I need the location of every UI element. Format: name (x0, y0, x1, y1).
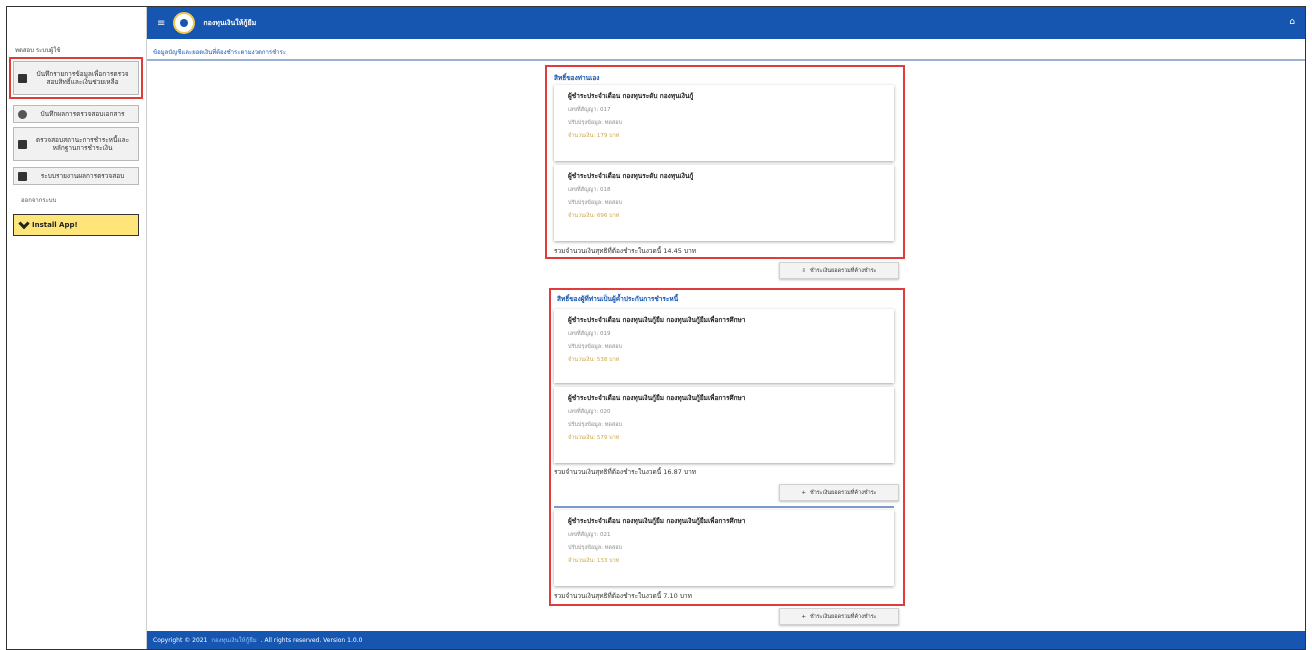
section2-total: รวมจำนวนเงินสุทธิที่ต้องชำระในงวดนี้ 16.… (554, 468, 697, 476)
card-title: ผู้ชำระประจำเดือน กองทุนระดับ กองทุนเงิน… (568, 92, 694, 100)
app-title: กองทุนเงินให้กู้ยืม (203, 18, 257, 27)
main-content: ≡ กองทุนเงินให้กู้ยืม ⌂ ข้อมูลบัญชีและยอ… (147, 7, 1305, 649)
sidebar-item-label: บันทึกรายการข้อมูลเพื่อการตรวจสอบสิทธิ์แ… (36, 69, 129, 86)
payment-card[interactable]: ผู้ชำระประจำเดือน กองทุนระดับ กองทุนเงิน… (554, 85, 894, 161)
pay-total-label: ชำระเงินยอดรวมที่ค้างชำระ (809, 267, 877, 274)
card-contract: เลขที่สัญญา: 018 (568, 187, 611, 193)
card-title: ผู้ชำระประจำเดือน กองทุนระดับ กองทุนเงิน… (568, 172, 694, 180)
section-title-own-rights: สิทธิ์ของท่านเอง (554, 74, 600, 82)
sidebar-user-name: ทดสอบ ระบบผู้ใช้ (15, 47, 61, 54)
section-title-guarantor-rights: สิทธิ์ของผู้ที่ท่านเป็นผู้ค้ำประกันการชำ… (557, 295, 679, 303)
footer-rights: . All rights reserved. Version 1.0.0 (260, 636, 363, 644)
top-bar: ≡ กองทุนเงินให้กู้ยืม ⌂ (147, 7, 1305, 39)
card-contract: เลขที่สัญญา: 019 (568, 331, 611, 337)
pay-total-button[interactable]: + ชำระเงินยอดรวมที่ค้างชำระ (779, 484, 899, 501)
sidebar-item-label: ตรวจสอบสถานะการชำระหนี้และหลักฐานการชำระ… (35, 135, 130, 152)
card-contract: เลขที่สัญญา: 017 (568, 107, 611, 113)
card-title: ผู้ชำระประจำเดือน กองทุนเงินกู้ยืม กองทุ… (568, 394, 746, 402)
payment-card[interactable]: ผู้ชำระประจำเดือน กองทุนระดับ กองทุนเงิน… (554, 165, 894, 241)
sidebar-item-label: ระบบรายงานผลการตรวจสอบ (40, 171, 125, 180)
card-title: ผู้ชำระประจำเดือน กองทุนเงินกู้ยืม กองทุ… (568, 517, 746, 525)
pay-total-button[interactable]: + ชำระเงินยอดรวมที่ค้างชำระ (779, 608, 899, 625)
report-icon (18, 171, 27, 181)
sidebar-item-payment-status[interactable]: ตรวจสอบสถานะการชำระหนี้และหลักฐานการชำระ… (13, 127, 139, 161)
footer: Copyright © 2021 กองทุนเงินให้กู้ยืม . A… (147, 631, 1305, 649)
card-title: ผู้ชำระประจำเดือน กองทุนเงินกู้ยืม กองทุ… (568, 316, 746, 324)
car-icon (18, 139, 27, 149)
card-updated: ปรับปรุงข้อมูล: ทดสอบ (568, 545, 623, 551)
card-amount: จำนวนเงิน: 179 บาท (568, 133, 620, 139)
card-contract: เลขที่สัญญา: 020 (568, 409, 611, 415)
section1-total: รวมจำนวนเงินสุทธิที่ต้องชำระในงวดนี้ 14.… (554, 247, 697, 255)
hamburger-icon[interactable]: ≡ (157, 18, 165, 29)
card-amount: จำนวนเงิน: 538 บาท (568, 357, 620, 363)
card-updated: ปรับปรุงข้อมูล: ทดสอบ (568, 422, 623, 428)
sidebar-logout-link[interactable]: ออกจากระบบ (21, 195, 56, 205)
card-divider (554, 506, 894, 508)
card-updated: ปรับปรุงข้อมูล: ทดสอบ (568, 200, 623, 206)
card-amount: จำนวนเงิน: 579 บาท (568, 435, 620, 441)
refresh-icon (18, 109, 27, 119)
sidebar-item-report[interactable]: ระบบรายงานผลการตรวจสอบ (13, 167, 139, 185)
pay-total-button[interactable]: ⇩ ชำระเงินยอดรวมที่ค้างชำระ (779, 262, 899, 279)
pay-total-label: ชำระเงินยอดรวมที่ค้างชำระ (809, 613, 877, 620)
footer-copyright: Copyright © 2021 (153, 636, 208, 644)
breadcrumb-divider (147, 59, 1305, 61)
logo (173, 12, 196, 34)
sidebar-item-document-check[interactable]: บันทึกผลการตรวจสอบเอกสาร (13, 105, 139, 123)
plus-icon: + (801, 613, 806, 620)
footer-org-link[interactable]: กองทุนเงินให้กู้ยืม (211, 635, 256, 645)
download-icon: ⇩ (801, 267, 806, 274)
sidebar: ทดสอบ ระบบผู้ใช้ บันทึกรายการข้อมูลเพื่อ… (7, 7, 147, 649)
section3-total: รวมจำนวนเงินสุทธิที่ต้องชำระในงวดนี้ 7.1… (554, 592, 692, 600)
pay-total-label: ชำระเงินยอดรวมที่ค้างชำระ (809, 489, 877, 496)
card-contract: เลขที่สัญญา: 021 (568, 532, 611, 538)
card-updated: ปรับปรุงข้อมูล: ทดสอบ (568, 120, 623, 126)
install-app-label: Install App! (32, 221, 78, 229)
card-amount: จำนวนเงิน: 696 บาท (568, 213, 620, 219)
breadcrumb: ข้อมูลบัญชีและยอดเงินที่ต้องชำระตามงวดกา… (153, 49, 286, 56)
browser-frame: ทดสอบ ระบบผู้ใช้ บันทึกรายการข้อมูลเพื่อ… (6, 6, 1306, 650)
sidebar-item-record-data[interactable]: บันทึกรายการข้อมูลเพื่อการตรวจสอบสิทธิ์แ… (9, 57, 143, 99)
install-app-button[interactable]: Install App! (13, 214, 139, 236)
card-updated: ปรับปรุงข้อมูล: ทดสอบ (568, 344, 623, 350)
bell-icon[interactable]: ⌂ (1289, 17, 1295, 27)
payment-card[interactable]: ผู้ชำระประจำเดือน กองทุนเงินกู้ยืม กองทุ… (554, 387, 894, 463)
payment-card[interactable]: ผู้ชำระประจำเดือน กองทุนเงินกู้ยืม กองทุ… (554, 510, 894, 586)
payment-card[interactable]: ผู้ชำระประจำเดือน กองทุนเงินกู้ยืม กองทุ… (554, 309, 894, 383)
card-amount: จำนวนเงิน: 133 บาท (568, 558, 620, 564)
plus-icon: + (801, 489, 806, 496)
download-icon (18, 217, 30, 230)
sidebar-item-label: บันทึกผลการตรวจสอบเอกสาร (40, 109, 125, 118)
document-icon (18, 73, 27, 83)
